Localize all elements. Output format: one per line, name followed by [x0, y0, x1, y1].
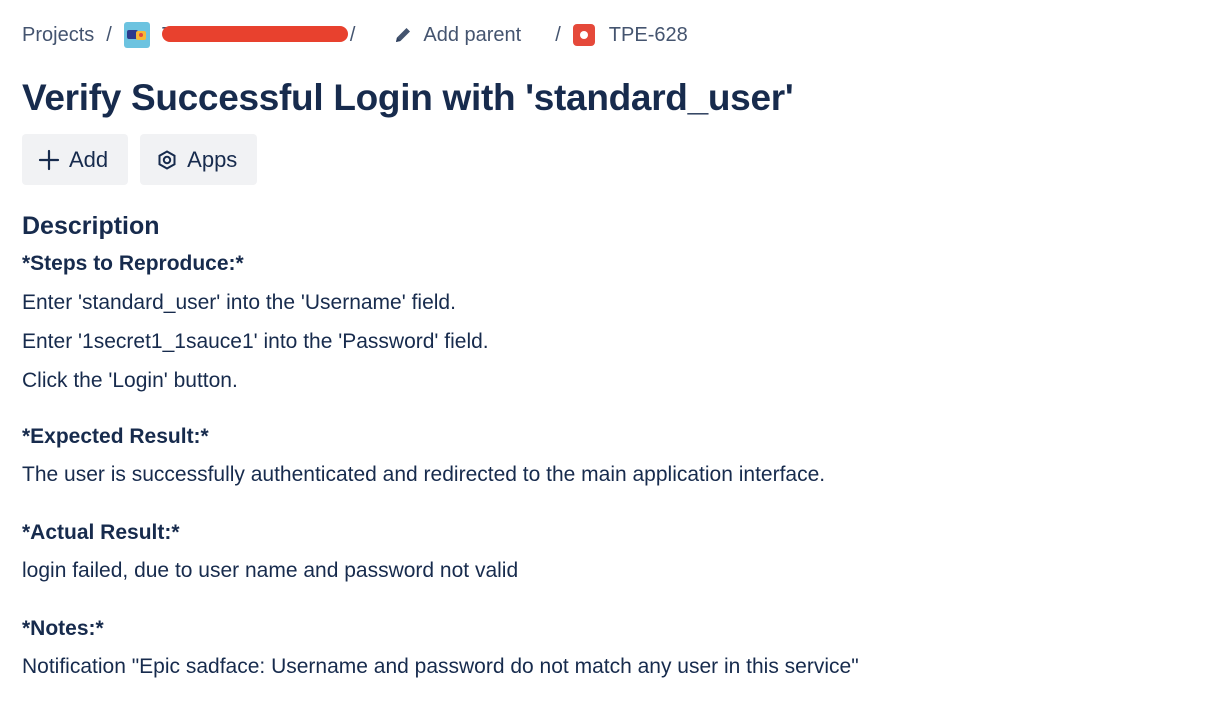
apps-icon — [158, 149, 176, 170]
breadcrumb-separator: / — [555, 23, 561, 46]
step-line: Enter 'standard_user' into the 'Username… — [22, 291, 456, 314]
project-avatar-icon[interactable] — [123, 22, 150, 48]
breadcrumb-separator: / — [106, 23, 112, 46]
step-line: Click the 'Login' button. — [22, 369, 238, 392]
notes-heading: *Notes:* — [22, 617, 104, 640]
step-line: Enter '1secret1_1sauce1' into the 'Passw… — [22, 330, 489, 353]
actual-result-text: login failed, due to user name and passw… — [22, 559, 519, 582]
expected-result-heading: *Expected Result:* — [22, 425, 209, 448]
description-heading: Description — [22, 212, 160, 240]
issue-key-link[interactable]: TPE-628 — [609, 24, 688, 47]
redaction-mark — [161, 26, 348, 42]
notes-text: Notification "Epic sadface: Username and… — [22, 655, 859, 678]
apps-button[interactable]: Apps — [140, 134, 258, 185]
bug-issue-type-icon[interactable] — [572, 24, 595, 46]
add-parent-button[interactable]: Add parent — [393, 24, 521, 47]
issue-action-bar: Add Apps — [22, 134, 258, 185]
breadcrumb-projects-link[interactable]: Projects — [22, 24, 94, 47]
breadcrumb-project-link[interactable]: Test Platform Board — [161, 20, 350, 50]
expected-result-text: The user is successfully authenticated a… — [22, 463, 826, 486]
breadcrumb: Projects / Test Platform Board / Add par… — [22, 20, 688, 50]
add-button-label: Add — [69, 146, 109, 172]
issue-title[interactable]: Verify Successful Login with 'standard_u… — [22, 77, 794, 119]
steps-heading: *Steps to Reproduce:* — [22, 252, 244, 275]
breadcrumb-separator: / — [349, 23, 356, 46]
add-button[interactable]: Add — [22, 134, 129, 185]
apps-button-label: Apps — [187, 146, 238, 172]
actual-result-heading: *Actual Result:* — [22, 521, 180, 544]
pencil-icon — [396, 28, 411, 42]
plus-icon — [38, 149, 60, 170]
add-parent-label: Add parent — [423, 23, 522, 46]
